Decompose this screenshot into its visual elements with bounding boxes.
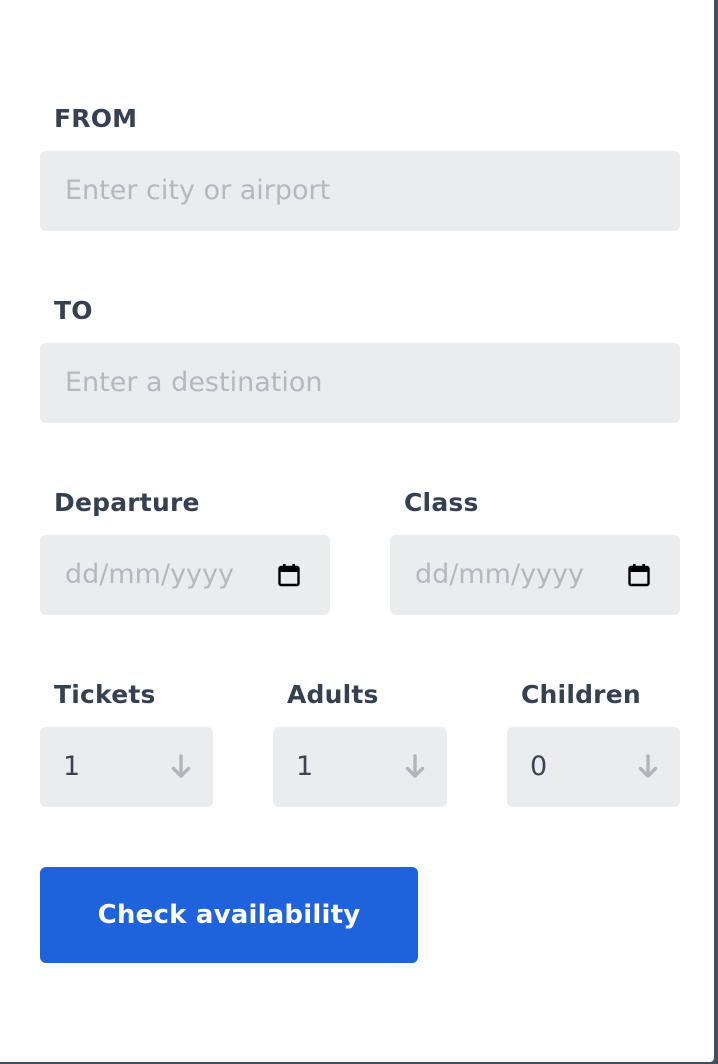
- adults-select[interactable]: 1: [273, 727, 447, 807]
- class-date-input[interactable]: dd/mm/yyyy: [390, 535, 680, 615]
- class-label: Class: [404, 488, 479, 517]
- adults-label: Adults: [287, 680, 379, 709]
- departure-placeholder: dd/mm/yyyy: [65, 559, 234, 590]
- adults-value: 1: [296, 751, 314, 782]
- to-input[interactable]: Enter a destination: [40, 343, 680, 423]
- arrow-down-icon: [171, 754, 191, 778]
- from-input[interactable]: Enter city or airport: [40, 151, 680, 231]
- children-label: Children: [521, 680, 641, 709]
- tickets-value: 1: [63, 751, 81, 782]
- booking-form: FROM Enter city or airport TO Enter a de…: [0, 0, 714, 1062]
- from-placeholder: Enter city or airport: [65, 175, 331, 206]
- tickets-label: Tickets: [54, 680, 156, 709]
- to-label: TO: [54, 296, 93, 325]
- arrow-down-icon: [405, 754, 425, 778]
- departure-date-input[interactable]: dd/mm/yyyy: [40, 535, 330, 615]
- from-label: FROM: [54, 104, 138, 133]
- calendar-icon[interactable]: [628, 563, 650, 587]
- children-value: 0: [530, 751, 548, 782]
- departure-label: Departure: [54, 488, 200, 517]
- check-availability-label: Check availability: [97, 900, 361, 930]
- calendar-icon[interactable]: [278, 563, 300, 587]
- arrow-down-icon: [638, 754, 658, 778]
- check-availability-button[interactable]: Check availability: [40, 867, 418, 963]
- tickets-select[interactable]: 1: [40, 727, 213, 807]
- children-select[interactable]: 0: [507, 727, 680, 807]
- to-placeholder: Enter a destination: [65, 367, 323, 398]
- class-placeholder: dd/mm/yyyy: [415, 559, 584, 590]
